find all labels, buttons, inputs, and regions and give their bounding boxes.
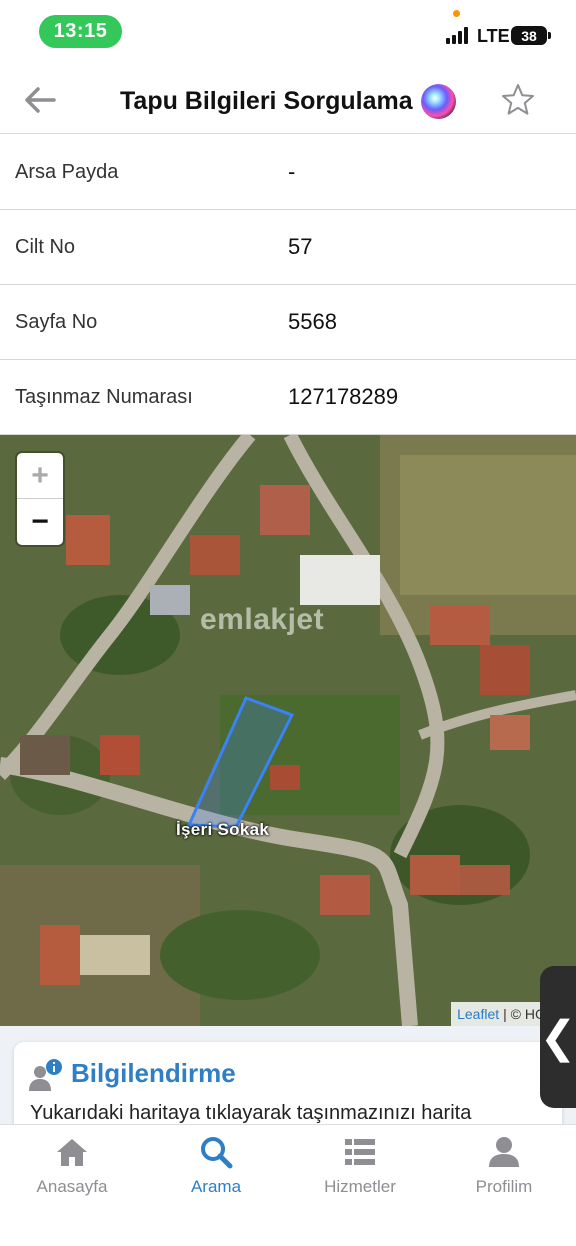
leaflet-link[interactable]: Leaflet — [457, 1006, 499, 1022]
star-icon[interactable] — [500, 82, 536, 118]
list-item: Arsa Payda - — [0, 135, 576, 210]
tab-search[interactable]: Arama — [144, 1125, 288, 1246]
satellite-imagery — [0, 435, 576, 1026]
signal-icon — [446, 27, 468, 44]
title-group: Tapu Bilgileri Sorgulama — [120, 84, 456, 119]
list-item: Taşınmaz Numarası 127178289 — [0, 360, 576, 435]
parcel-map[interactable]: + − emlakjet İşeri Sokak Leaflet | © HGM… — [0, 435, 576, 1026]
list-item: Cilt No 57 — [0, 210, 576, 285]
network-type: LTE — [477, 26, 510, 46]
tab-home[interactable]: Anasayfa — [0, 1125, 144, 1246]
battery-icon: 38 — [511, 26, 551, 45]
user-info-icon — [29, 1059, 62, 1091]
tab-profile[interactable]: Profilim — [432, 1125, 576, 1246]
page-title: Tapu Bilgileri Sorgulama — [120, 87, 413, 115]
street-label: İşeri Sokak — [176, 820, 270, 839]
status-bar: 13:15 LTE 38 — [0, 0, 576, 62]
status-time: 13:15 — [39, 15, 122, 48]
zoom-control: + − — [17, 453, 63, 545]
row-value: 5568 — [288, 309, 337, 334]
home-icon — [57, 1139, 87, 1166]
tab-label: Profilim — [475, 1177, 533, 1196]
info-text: Yukarıdaki haritaya tıklayarak taşınmazı… — [30, 1102, 472, 1124]
info-area: Bilgilendirme Yukarıdaki haritaya tıklay… — [0, 1026, 576, 1152]
profile-icon — [489, 1137, 519, 1167]
arrow-left-icon[interactable] — [20, 80, 60, 120]
side-drawer-handle[interactable]: ❮ — [540, 966, 576, 1108]
tab-label: Arama — [190, 1177, 242, 1196]
row-label: Taşınmaz Numarası — [15, 385, 193, 408]
zoom-in-button[interactable]: + — [17, 453, 63, 499]
row-label: Arsa Payda — [15, 160, 119, 183]
row-value: - — [288, 159, 296, 184]
watermark: emlakjet — [200, 603, 325, 636]
row-value: 127178289 — [288, 384, 399, 409]
tab-services[interactable]: Hizmetler — [288, 1125, 432, 1246]
row-label: Sayfa No — [15, 310, 98, 333]
list-item: Sayfa No 5568 — [0, 285, 576, 360]
search-icon — [201, 1137, 233, 1169]
siri-icon[interactable] — [420, 84, 456, 119]
deed-info-list: Arsa Payda - Cilt No 57 Sayfa No 5568 Ta… — [0, 135, 576, 435]
tab-label: Anasayfa — [36, 1177, 108, 1196]
row-label: Cilt No — [15, 235, 76, 258]
tab-bar: Anasayfa Arama Hizmetler Profilim — [0, 1124, 576, 1246]
mic-indicator-dot — [453, 10, 460, 17]
list-icon — [345, 1139, 375, 1165]
row-value: 57 — [288, 234, 313, 259]
zoom-out-button[interactable]: − — [17, 499, 63, 545]
nav-header: Tapu Bilgileri Sorgulama — [0, 62, 576, 134]
info-title: Bilgilendirme — [71, 1058, 236, 1088]
tab-label: Hizmetler — [324, 1177, 396, 1196]
